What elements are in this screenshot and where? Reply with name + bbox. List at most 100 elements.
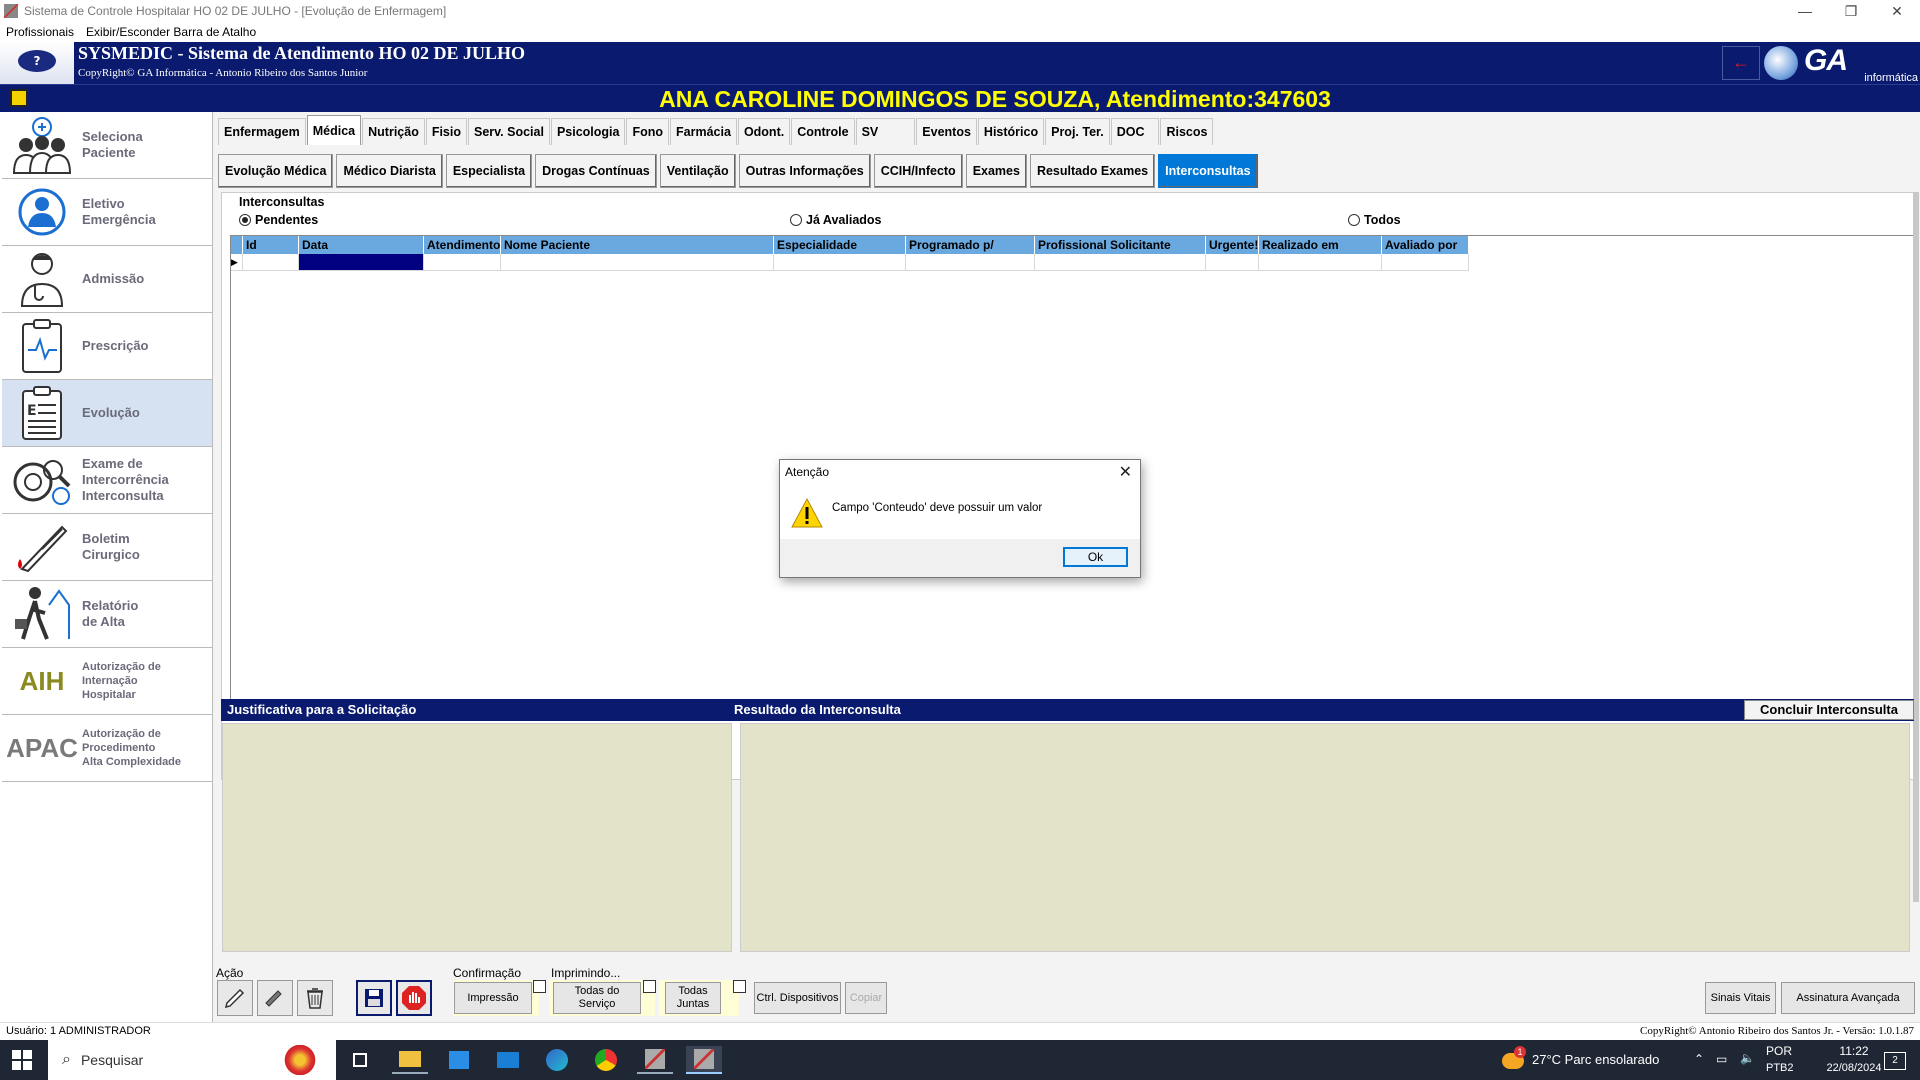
sinais-vitais-button[interactable]: Sinais Vitais: [1705, 982, 1776, 1014]
notifications-icon[interactable]: 2: [1884, 1052, 1906, 1070]
windows-start-icon[interactable]: [12, 1050, 32, 1070]
column-header[interactable]: Data: [299, 236, 424, 254]
column-header[interactable]: Urgente!: [1206, 236, 1259, 254]
table-cell[interactable]: [1259, 254, 1382, 271]
table-cell[interactable]: [774, 254, 906, 271]
keyboard-layout[interactable]: PTB2: [1766, 1062, 1794, 1074]
concluir-interconsulta-button[interactable]: Concluir Interconsulta: [1744, 700, 1914, 720]
sidebar-item-boletim-cirurgico[interactable]: Boletim Cirurgico: [2, 514, 212, 581]
impressao-checkbox[interactable]: [533, 980, 546, 993]
sidebar-item-evolucao[interactable]: E Evolução: [2, 380, 212, 447]
tab-enfermagem[interactable]: Enfermagem: [218, 118, 306, 145]
menu-profissionais[interactable]: Profissionais: [0, 25, 80, 39]
sidebar-item-admissao[interactable]: Admissão: [2, 246, 212, 313]
column-header[interactable]: Profissional Solicitante: [1035, 236, 1206, 254]
todas-juntas-checkbox[interactable]: [733, 980, 746, 993]
clock-time[interactable]: 11:22: [1818, 1044, 1890, 1058]
resultado-memo[interactable]: [740, 723, 1910, 952]
language-indicator[interactable]: POR: [1766, 1044, 1792, 1058]
volume-icon[interactable]: 🔈: [1740, 1051, 1755, 1065]
table-cell[interactable]: [424, 254, 501, 271]
edit-button[interactable]: [257, 980, 293, 1016]
globe-icon[interactable]: [1764, 46, 1798, 80]
assinatura-avancada-button[interactable]: Assinatura Avançada: [1781, 982, 1915, 1014]
todas-servico-button[interactable]: Todas do Serviço: [553, 982, 641, 1014]
tab-interconsultas[interactable]: Interconsultas: [1158, 154, 1258, 188]
filter-pendentes[interactable]: Pendentes: [239, 213, 318, 227]
store-icon[interactable]: [441, 1046, 477, 1074]
tab-odont[interactable]: Odont.: [737, 118, 791, 145]
weather-icon[interactable]: 1: [1502, 1046, 1526, 1072]
sidebar-item-eletivo-emergencia[interactable]: Eletivo Emergência: [2, 179, 212, 246]
tab-psicologia[interactable]: Psicologia: [550, 118, 626, 145]
tab-serv-social[interactable]: Serv. Social: [468, 118, 550, 145]
column-header[interactable]: Id: [243, 236, 299, 254]
tab-exames[interactable]: Exames: [965, 154, 1027, 188]
table-cell[interactable]: [501, 254, 774, 271]
sidebar-item-aih[interactable]: AIH Autorização de Internação Hospitalar: [2, 648, 212, 715]
column-header[interactable]: Realizado em: [1259, 236, 1382, 254]
vertical-scrollbar[interactable]: [1913, 192, 1919, 902]
chevron-up-icon[interactable]: ⌃: [1694, 1052, 1704, 1066]
ok-button[interactable]: Ok: [1063, 547, 1128, 567]
sidebar-item-apac[interactable]: APAC Autorização de Procedimento Alta Co…: [2, 715, 212, 782]
tab-eventos[interactable]: Eventos: [916, 118, 977, 145]
filter-todos[interactable]: Todos: [1348, 213, 1401, 227]
file-explorer-icon[interactable]: [392, 1046, 428, 1074]
sidebar-item-relatorio-alta[interactable]: Relatório de Alta: [2, 581, 212, 648]
mail-icon[interactable]: [490, 1046, 526, 1074]
tab-sv[interactable]: SV: [855, 118, 916, 145]
table-cell[interactable]: [1382, 254, 1469, 271]
tab-farmacia[interactable]: Farmácia: [670, 118, 737, 145]
tab-ccih-infecto[interactable]: CCIH/Infecto: [873, 154, 963, 188]
sidebar-item-seleciona-paciente[interactable]: Seleciona Paciente: [2, 112, 212, 179]
sysmedic-taskbar-icon[interactable]: [637, 1046, 673, 1074]
column-header[interactable]: Programado p/: [906, 236, 1035, 254]
table-cell-selected[interactable]: [299, 254, 424, 271]
table-cell[interactable]: [243, 254, 299, 271]
tab-medica[interactable]: Médica: [306, 115, 362, 145]
filter-ja-avaliados[interactable]: Já Avaliados: [790, 213, 882, 227]
menu-exibir-barra[interactable]: Exibir/Esconder Barra de Atalho: [80, 25, 262, 39]
dialog-close-button[interactable]: ✕: [1119, 462, 1132, 482]
restore-button[interactable]: ❐: [1828, 0, 1874, 22]
taskbar-search[interactable]: ⌕ Pesquisar: [48, 1040, 336, 1080]
tab-historico[interactable]: Histórico: [977, 118, 1045, 145]
tab-medico-diarista[interactable]: Médico Diarista: [336, 154, 443, 188]
edge-icon[interactable]: [539, 1046, 575, 1074]
todas-juntas-button[interactable]: Todas Juntas: [665, 982, 721, 1014]
table-cell[interactable]: [1035, 254, 1206, 271]
minimize-button[interactable]: —: [1782, 0, 1828, 22]
copiar-button[interactable]: Copiar: [845, 982, 887, 1014]
clock-date[interactable]: 22/08/2024: [1818, 1062, 1890, 1074]
tab-resultado-exames[interactable]: Resultado Exames: [1029, 154, 1156, 188]
sidebar-item-exame-intercorrencia[interactable]: Exame de Intercorrência Interconsulta: [2, 447, 212, 514]
todas-servico-checkbox[interactable]: [643, 980, 656, 993]
table-row[interactable]: ▶: [231, 254, 1469, 271]
tab-proj-ter[interactable]: Proj. Ter.: [1045, 118, 1110, 145]
sidebar-item-prescricao[interactable]: Prescrição: [2, 313, 212, 380]
sysmedic-active-taskbar-icon[interactable]: [686, 1046, 722, 1074]
column-header[interactable]: Avaliado por: [1382, 236, 1469, 254]
tab-controle[interactable]: Controle: [791, 118, 855, 145]
network-icon[interactable]: ▭: [1716, 1052, 1727, 1066]
close-window-button[interactable]: ✕: [1874, 0, 1920, 22]
tab-nutricao[interactable]: Nutrição: [362, 118, 425, 145]
tab-fisio[interactable]: Fisio: [425, 118, 467, 145]
tab-drogas-continuas[interactable]: Drogas Contínuas: [535, 154, 657, 188]
back-arrow-button[interactable]: ←: [1722, 46, 1760, 80]
delete-button[interactable]: [297, 980, 333, 1016]
new-button[interactable]: [217, 980, 253, 1016]
impressao-button[interactable]: Impressão: [454, 982, 532, 1014]
tab-especialista[interactable]: Especialista: [445, 154, 533, 188]
help-button[interactable]: ?: [0, 42, 74, 84]
tab-ventilacao[interactable]: Ventilação: [659, 154, 736, 188]
tab-doc[interactable]: DOC: [1110, 118, 1160, 145]
column-header[interactable]: Atendimento: [424, 236, 501, 254]
task-view-icon[interactable]: [342, 1046, 378, 1074]
justificativa-memo[interactable]: [222, 723, 732, 952]
table-cell[interactable]: [906, 254, 1035, 271]
ctrl-dispositivos-button[interactable]: Ctrl. Dispositivos: [754, 982, 841, 1014]
tab-outras-informacoes[interactable]: Outras Informações: [738, 154, 871, 188]
column-header[interactable]: Nome Paciente: [501, 236, 774, 254]
